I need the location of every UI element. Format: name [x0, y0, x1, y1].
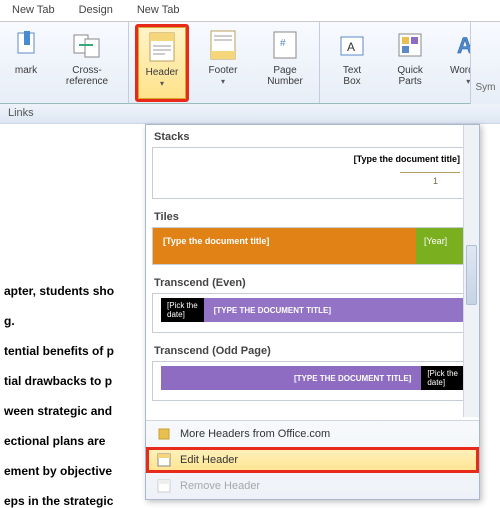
- teven-title: [TYPE THE DOCUMENT TITLE]: [204, 306, 464, 315]
- stacks-divider: [400, 172, 460, 173]
- crossref-label: Cross-reference: [55, 65, 119, 87]
- gallery-body[interactable]: Stacks [Type the document title] 1 Tiles…: [146, 125, 479, 420]
- bookmark-label: mark: [15, 65, 37, 76]
- edit-header-icon: [156, 452, 172, 468]
- bookmark-button[interactable]: mark: [6, 24, 46, 96]
- header-button[interactable]: Header▾: [135, 24, 189, 102]
- menu-more-headers[interactable]: More Headers from Office.com: [146, 421, 479, 447]
- stacks-page: 1: [433, 176, 438, 186]
- textbox-button[interactable]: A Text Box: [326, 24, 378, 96]
- footer-label: Footer▾: [209, 65, 238, 87]
- gallery-item-stacks[interactable]: [Type the document title] 1: [152, 147, 473, 199]
- ribbon-tabs: New Tab Design New Tab: [0, 0, 500, 22]
- ribbon: mark Cross-reference Header▾ Footer▾ # P…: [0, 22, 500, 104]
- remove-header-icon: [156, 478, 172, 494]
- tab-newtab-2[interactable]: New Tab: [125, 0, 192, 21]
- quickparts-button[interactable]: Quick Parts: [384, 24, 436, 96]
- header-gallery-dropdown: Stacks [Type the document title] 1 Tiles…: [145, 124, 480, 500]
- gallery-section-transcend-odd: Transcend (Odd Page): [152, 339, 473, 361]
- teven-date: [Pick the date]: [161, 298, 204, 322]
- header-icon: [146, 30, 178, 64]
- office-icon: [156, 426, 172, 442]
- gallery-item-transcend-odd[interactable]: [TYPE THE DOCUMENT TITLE] [Pick the date…: [152, 361, 473, 401]
- tiles-left: [Type the document title]: [153, 228, 416, 264]
- pagenumber-label: Page Number: [267, 65, 303, 87]
- svg-text:#: #: [280, 38, 286, 49]
- gallery-scrollbar[interactable]: [463, 125, 479, 417]
- crossref-icon: [71, 28, 103, 62]
- textbox-icon: A: [336, 28, 368, 62]
- group-label-symbols: Sym: [470, 22, 500, 104]
- menu-edit-header[interactable]: Edit Header: [146, 447, 479, 473]
- gallery-footer-menu: More Headers from Office.com Edit Header…: [146, 420, 479, 499]
- svg-text:A: A: [347, 40, 355, 54]
- footer-icon: [207, 28, 239, 62]
- pagenumber-button[interactable]: # Page Number: [257, 24, 313, 96]
- scrollbar-thumb[interactable]: [466, 245, 477, 305]
- gallery-section-stacks: Stacks: [152, 125, 473, 147]
- stacks-placeholder: [Type the document title]: [354, 154, 460, 164]
- menu-remove-header[interactable]: Remove Header: [146, 473, 479, 499]
- crossref-button[interactable]: Cross-reference: [52, 24, 122, 96]
- header-label: Header▾: [146, 67, 179, 89]
- tab-newtab-1[interactable]: New Tab: [0, 0, 67, 21]
- gallery-item-tiles[interactable]: [Type the document title] [Year]: [152, 227, 473, 265]
- group-links: mark Cross-reference: [0, 22, 129, 103]
- document-text: apter, students sho g. tential benefits …: [0, 124, 145, 500]
- textbox-label: Text Box: [343, 65, 361, 87]
- links-bar: Links: [0, 104, 500, 124]
- quickparts-icon: [394, 28, 426, 62]
- bookmark-icon: [10, 28, 42, 62]
- footer-button[interactable]: Footer▾: [195, 24, 251, 96]
- quickparts-label: Quick Parts: [397, 65, 423, 87]
- gallery-section-tiles: Tiles: [152, 205, 473, 227]
- group-headerfooter: Header▾ Footer▾ # Page Number: [129, 22, 320, 103]
- todd-date: [Pick the date]: [421, 366, 464, 390]
- pagenumber-icon: #: [269, 28, 301, 62]
- document-area: apter, students sho g. tential benefits …: [0, 124, 500, 500]
- gallery-item-transcend-even[interactable]: [Pick the date] [TYPE THE DOCUMENT TITLE…: [152, 293, 473, 333]
- todd-title: [TYPE THE DOCUMENT TITLE]: [161, 374, 421, 383]
- chevron-down-icon: ▾: [160, 79, 164, 88]
- gallery-section-transcend-even: Transcend (Even): [152, 271, 473, 293]
- tab-design[interactable]: Design: [67, 0, 125, 21]
